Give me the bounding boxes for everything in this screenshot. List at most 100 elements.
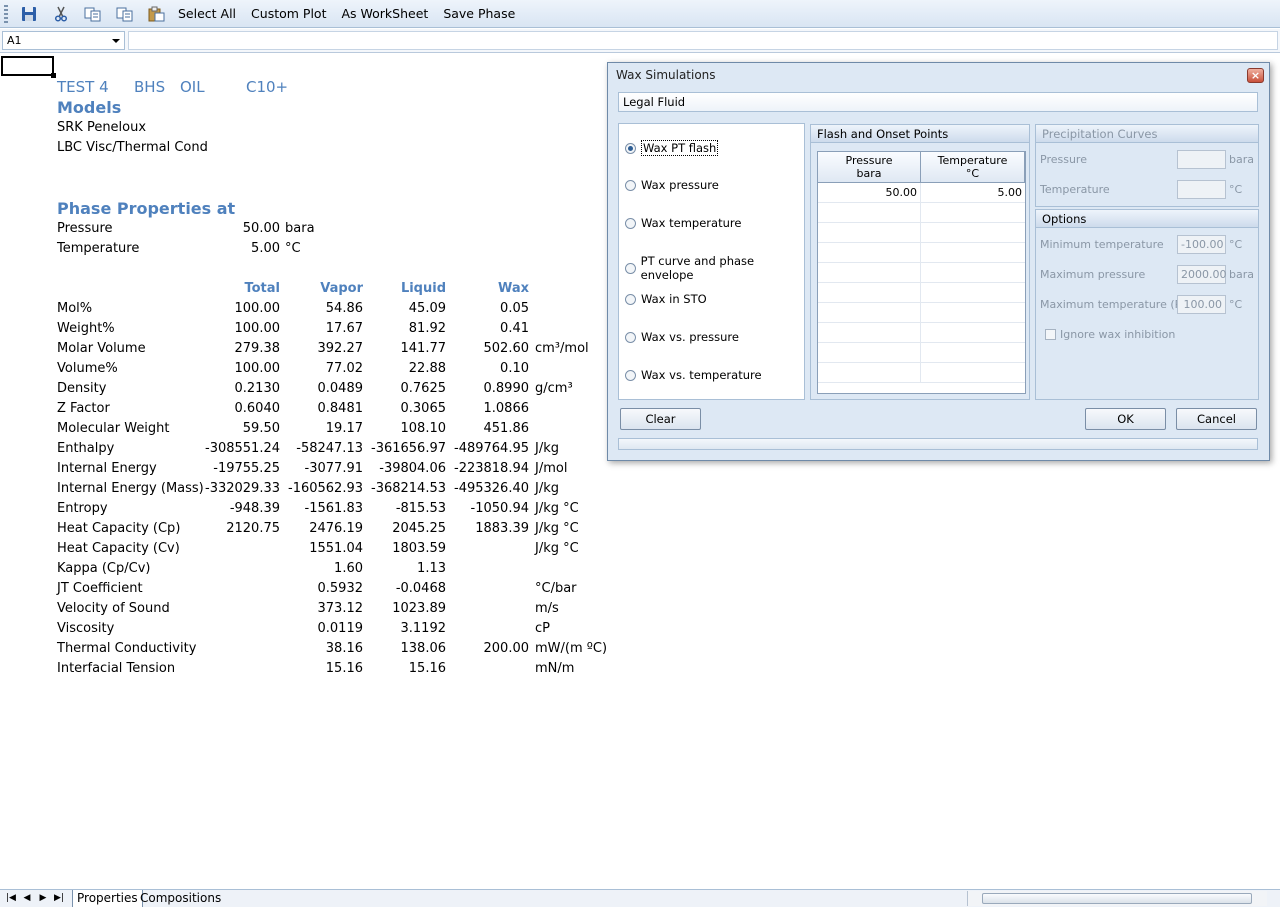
- close-icon[interactable]: ×: [1247, 68, 1264, 83]
- option-wax-vs-temperature[interactable]: Wax vs. temperature: [625, 368, 762, 382]
- option-wax-pressure[interactable]: Wax pressure: [625, 178, 719, 192]
- max-pressure-input[interactable]: 2000.00: [1177, 265, 1227, 284]
- fluid-name[interactable]: Legal Fluid: [618, 92, 1258, 112]
- copy-alt-icon[interactable]: [114, 3, 136, 25]
- grid-row[interactable]: [818, 303, 1025, 323]
- cancel-button[interactable]: Cancel: [1176, 408, 1257, 430]
- row-label: Molar Volume: [57, 341, 146, 356]
- grid-cell-temperature[interactable]: [921, 223, 1025, 243]
- cell-name-box[interactable]: A1: [2, 31, 125, 50]
- grid-row[interactable]: [818, 263, 1025, 283]
- grid-cell-temperature[interactable]: 5.00: [921, 183, 1025, 203]
- prev-sheet-icon[interactable]: ◀: [20, 892, 34, 905]
- grid-cell-pressure[interactable]: [818, 263, 921, 283]
- max-temp-unit: °C: [1229, 298, 1243, 311]
- select-all-button[interactable]: Select All: [178, 6, 236, 21]
- row-label: Viscosity: [57, 621, 115, 636]
- grid-cell-temperature[interactable]: [921, 263, 1025, 283]
- grid-row[interactable]: [818, 363, 1025, 383]
- cell-liquid: -361656.97: [371, 441, 446, 456]
- row-label: Weight%: [57, 321, 115, 336]
- cell-total: 2120.75: [226, 521, 280, 536]
- option-wax-temperature[interactable]: Wax temperature: [625, 216, 741, 230]
- grid-cell-temperature[interactable]: [921, 243, 1025, 263]
- precip-pressure-unit: bara: [1229, 153, 1254, 166]
- grid-row[interactable]: [818, 223, 1025, 243]
- grid-row[interactable]: [818, 283, 1025, 303]
- cut-icon[interactable]: [50, 3, 72, 25]
- grid-cell-pressure[interactable]: [818, 243, 921, 263]
- grid-cell-pressure[interactable]: [818, 323, 921, 343]
- cell-wax: -489764.95: [454, 441, 529, 456]
- ignore-wax-inhibition-checkbox[interactable]: [1045, 329, 1056, 340]
- radio-icon[interactable]: [625, 179, 636, 191]
- grid-cell-pressure[interactable]: [818, 303, 921, 323]
- tab-properties[interactable]: Properties: [72, 890, 143, 907]
- option-label: Wax pressure: [641, 178, 719, 192]
- formula-input[interactable]: [128, 31, 1278, 50]
- radio-icon[interactable]: [625, 217, 636, 229]
- option-wax-vs-pressure[interactable]: Wax vs. pressure: [625, 330, 739, 344]
- ok-button[interactable]: OK: [1085, 408, 1166, 430]
- grid-cell-pressure[interactable]: 50.00: [818, 183, 921, 203]
- row-label: Volume%: [57, 361, 118, 376]
- active-cell[interactable]: [1, 56, 56, 78]
- grid-cell-pressure[interactable]: [818, 363, 921, 383]
- copy-icon[interactable]: [82, 3, 104, 25]
- grid-cell-temperature[interactable]: [921, 303, 1025, 323]
- max-pressure-unit: bara: [1229, 268, 1254, 281]
- precip-pressure-input[interactable]: [1177, 150, 1226, 169]
- tab-compositions[interactable]: Compositions: [136, 890, 225, 907]
- grid-cell-pressure[interactable]: [818, 203, 921, 223]
- grid-row[interactable]: 50.00 5.00: [818, 183, 1025, 203]
- grid-cell-pressure[interactable]: [818, 223, 921, 243]
- cell-liquid: 138.06: [400, 641, 447, 656]
- radio-icon[interactable]: [625, 369, 636, 381]
- cell-wax: -1050.94: [470, 501, 529, 516]
- save-icon[interactable]: [18, 3, 40, 25]
- cell-liquid: -39804.06: [379, 461, 446, 476]
- cell-wax: 1.0866: [483, 401, 530, 416]
- cell-total: -19755.25: [213, 461, 280, 476]
- grid-row[interactable]: [818, 323, 1025, 343]
- grid-cell-temperature[interactable]: [921, 343, 1025, 363]
- min-temp-input[interactable]: -100.00: [1177, 235, 1226, 254]
- grid-cell-temperature[interactable]: [921, 363, 1025, 383]
- max-temp-input[interactable]: 100.00: [1177, 295, 1226, 314]
- save-phase-button[interactable]: Save Phase: [443, 6, 515, 21]
- radio-icon[interactable]: [625, 293, 636, 305]
- chevron-down-icon[interactable]: [112, 39, 120, 43]
- grid-cell-pressure[interactable]: [818, 343, 921, 363]
- toolbar-grip[interactable]: [4, 4, 8, 23]
- radio-selected-icon[interactable]: [625, 142, 636, 154]
- precipitation-curves-group: Precipitation Curves Pressure bara Tempe…: [1035, 124, 1259, 207]
- precip-temperature-input[interactable]: [1177, 180, 1226, 199]
- radio-icon[interactable]: [625, 331, 636, 343]
- paste-icon[interactable]: [146, 3, 168, 25]
- grid-row[interactable]: [818, 343, 1025, 363]
- horizontal-scrollbar[interactable]: [967, 891, 1267, 906]
- grid-cell-pressure[interactable]: [818, 283, 921, 303]
- next-sheet-icon[interactable]: ▶: [36, 892, 50, 905]
- flash-points-grid[interactable]: Pressure bara Temperature °C 50.00 5.00: [817, 151, 1026, 394]
- cell-liquid: 1.13: [417, 561, 446, 576]
- radio-icon[interactable]: [625, 262, 636, 274]
- last-sheet-icon[interactable]: ▶|: [52, 892, 66, 905]
- option-wax-pt-flash[interactable]: Wax PT flash: [625, 140, 719, 156]
- as-worksheet-button[interactable]: As WorkSheet: [341, 6, 428, 21]
- grid-cell-temperature[interactable]: [921, 203, 1025, 223]
- clear-button[interactable]: Clear: [620, 408, 701, 430]
- custom-plot-button[interactable]: Custom Plot: [251, 6, 326, 21]
- row-label: Mol%: [57, 301, 93, 316]
- grid-cell-temperature[interactable]: [921, 323, 1025, 343]
- cell-vapor: 0.8481: [317, 401, 364, 416]
- option-wax-in-sto[interactable]: Wax in STO: [625, 292, 707, 306]
- grid-row[interactable]: [818, 203, 1025, 223]
- scrollbar-thumb[interactable]: [982, 893, 1252, 904]
- grid-row[interactable]: [818, 243, 1025, 263]
- option-pt-curve[interactable]: PT curve and phase envelope: [625, 254, 804, 282]
- title-fluid-type: OIL: [180, 78, 205, 96]
- grid-cell-temperature[interactable]: [921, 283, 1025, 303]
- first-sheet-icon[interactable]: |◀: [4, 892, 18, 905]
- cell-vapor: 38.16: [325, 641, 363, 656]
